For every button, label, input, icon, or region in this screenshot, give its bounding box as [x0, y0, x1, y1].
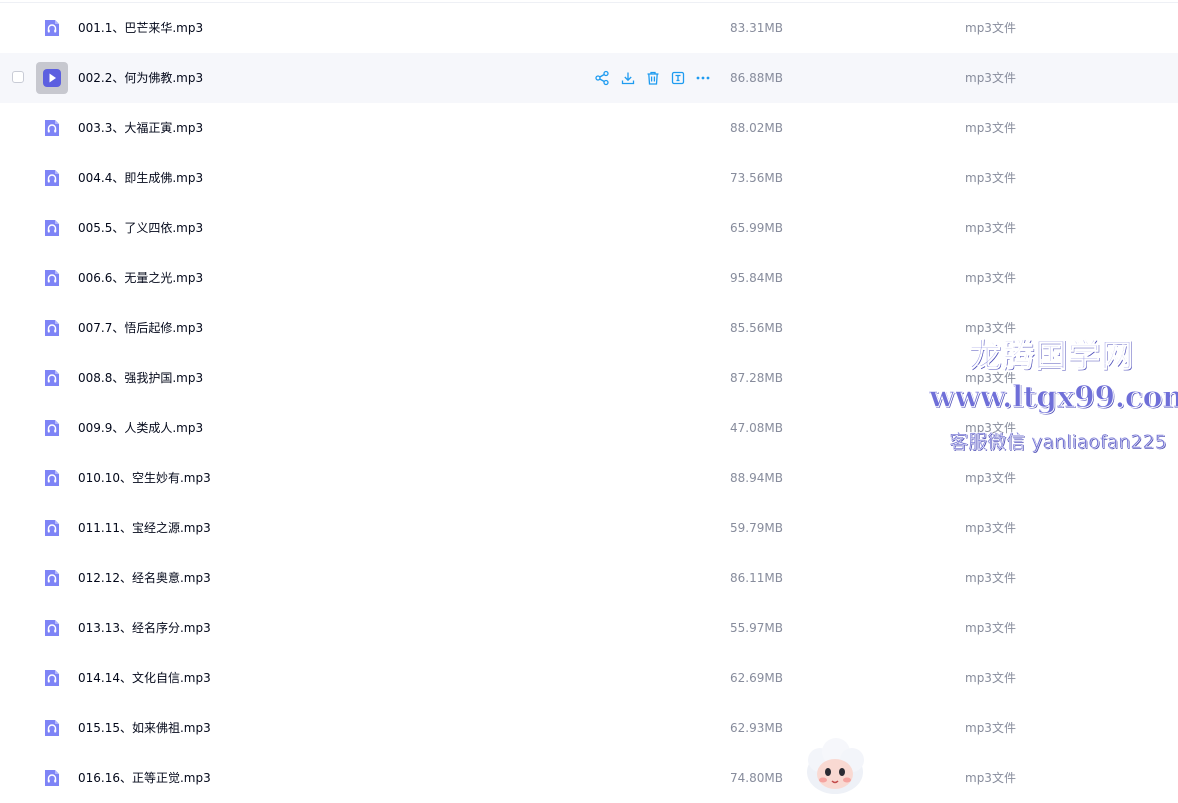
file-name[interactable]: 002.2、何为佛教.mp3 — [78, 53, 203, 103]
download-icon[interactable] — [620, 70, 636, 86]
file-type: mp3文件 — [965, 721, 1016, 735]
delete-icon[interactable] — [645, 70, 661, 86]
file-size: 47.08MB — [730, 421, 783, 435]
file-size: 62.69MB — [730, 671, 783, 685]
file-row[interactable]: 011.11、宝经之源.mp3 59.79MB mp3文件 — [0, 503, 1178, 553]
file-type: mp3文件 — [965, 171, 1016, 185]
audio-file-icon — [42, 518, 62, 538]
audio-file-icon — [42, 668, 62, 688]
file-row[interactable]: 009.9、人类成人.mp3 47.08MB mp3文件 — [0, 403, 1178, 453]
file-size: 88.02MB — [730, 121, 783, 135]
file-name[interactable]: 004.4、即生成佛.mp3 — [78, 153, 203, 203]
file-type: mp3文件 — [965, 571, 1016, 585]
play-icon[interactable] — [36, 62, 68, 94]
row-checkbox[interactable] — [12, 71, 24, 83]
audio-file-icon — [42, 118, 62, 138]
audio-file-icon — [42, 218, 62, 238]
file-type: mp3文件 — [965, 221, 1016, 235]
file-type: mp3文件 — [965, 521, 1016, 535]
file-size: 86.11MB — [730, 571, 783, 585]
file-size: 87.28MB — [730, 371, 783, 385]
row-actions — [594, 70, 718, 86]
file-row[interactable]: 007.7、悟后起修.mp3 85.56MB mp3文件 — [0, 303, 1178, 353]
file-name[interactable]: 006.6、无量之光.mp3 — [78, 253, 203, 303]
more-icon[interactable] — [695, 70, 711, 86]
file-name[interactable]: 009.9、人类成人.mp3 — [78, 403, 203, 453]
audio-file-icon — [42, 568, 62, 588]
file-name[interactable]: 007.7、悟后起修.mp3 — [78, 303, 203, 353]
file-size: 55.97MB — [730, 621, 783, 635]
audio-file-icon — [42, 168, 62, 188]
file-size: 59.79MB — [730, 521, 783, 535]
file-row[interactable]: 015.15、如来佛祖.mp3 62.93MB mp3文件 — [0, 703, 1178, 753]
file-type: mp3文件 — [965, 21, 1016, 35]
audio-file-icon — [42, 718, 62, 738]
file-row[interactable]: 005.5、了义四依.mp3 65.99MB mp3文件 — [0, 203, 1178, 253]
file-row[interactable]: 008.8、强我护国.mp3 87.28MB mp3文件 — [0, 353, 1178, 403]
file-list: 001.1、巴芒来华.mp3 83.31MB mp3文件 002.2、何为佛教.mp3… — [0, 2, 1178, 797]
file-name[interactable]: 001.1、巴芒来华.mp3 — [78, 3, 203, 53]
cloud-mascot-icon[interactable] — [802, 738, 868, 796]
file-row[interactable]: 002.2、何为佛教.mp3 86.88MB mp3文件 — [0, 53, 1178, 103]
file-type: mp3文件 — [965, 371, 1016, 385]
share-icon[interactable] — [594, 70, 610, 86]
file-name[interactable]: 005.5、了义四依.mp3 — [78, 203, 203, 253]
file-name[interactable]: 011.11、宝经之源.mp3 — [78, 503, 211, 553]
file-name[interactable]: 015.15、如来佛祖.mp3 — [78, 703, 211, 753]
file-type: mp3文件 — [965, 471, 1016, 485]
file-type: mp3文件 — [965, 71, 1016, 85]
file-row[interactable]: 004.4、即生成佛.mp3 73.56MB mp3文件 — [0, 153, 1178, 203]
file-size: 73.56MB — [730, 171, 783, 185]
audio-file-icon — [42, 468, 62, 488]
file-size: 95.84MB — [730, 271, 783, 285]
file-type: mp3文件 — [965, 121, 1016, 135]
file-type: mp3文件 — [965, 621, 1016, 635]
file-type: mp3文件 — [965, 671, 1016, 685]
file-size: 65.99MB — [730, 221, 783, 235]
file-row[interactable]: 012.12、经名奥意.mp3 86.11MB mp3文件 — [0, 553, 1178, 603]
file-row[interactable]: 014.14、文化自信.mp3 62.69MB mp3文件 — [0, 653, 1178, 703]
audio-file-icon — [42, 768, 62, 788]
file-row[interactable]: 006.6、无量之光.mp3 95.84MB mp3文件 — [0, 253, 1178, 303]
file-name[interactable]: 008.8、强我护国.mp3 — [78, 353, 203, 403]
file-name[interactable]: 003.3、大福正寅.mp3 — [78, 103, 203, 153]
file-size: 83.31MB — [730, 21, 783, 35]
audio-file-icon — [42, 618, 62, 638]
file-row[interactable]: 001.1、巴芒来华.mp3 83.31MB mp3文件 — [0, 3, 1178, 53]
audio-file-icon — [42, 318, 62, 338]
file-type: mp3文件 — [965, 271, 1016, 285]
file-row[interactable]: 003.3、大福正寅.mp3 88.02MB mp3文件 — [0, 103, 1178, 153]
file-name[interactable]: 013.13、经名序分.mp3 — [78, 603, 211, 653]
file-type: mp3文件 — [965, 321, 1016, 335]
file-size: 62.93MB — [730, 721, 783, 735]
audio-file-icon — [42, 18, 62, 38]
file-size: 85.56MB — [730, 321, 783, 335]
file-name[interactable]: 010.10、空生妙有.mp3 — [78, 453, 211, 503]
file-type: mp3文件 — [965, 421, 1016, 435]
audio-file-icon — [42, 418, 62, 438]
audio-file-icon — [42, 268, 62, 288]
file-name[interactable]: 014.14、文化自信.mp3 — [78, 653, 211, 703]
file-row[interactable]: 013.13、经名序分.mp3 55.97MB mp3文件 — [0, 603, 1178, 653]
file-name[interactable]: 012.12、经名奥意.mp3 — [78, 553, 211, 603]
file-row[interactable]: 010.10、空生妙有.mp3 88.94MB mp3文件 — [0, 453, 1178, 503]
file-size: 88.94MB — [730, 471, 783, 485]
audio-file-icon — [42, 368, 62, 388]
rename-icon[interactable] — [670, 70, 686, 86]
file-size: 86.88MB — [730, 71, 783, 85]
